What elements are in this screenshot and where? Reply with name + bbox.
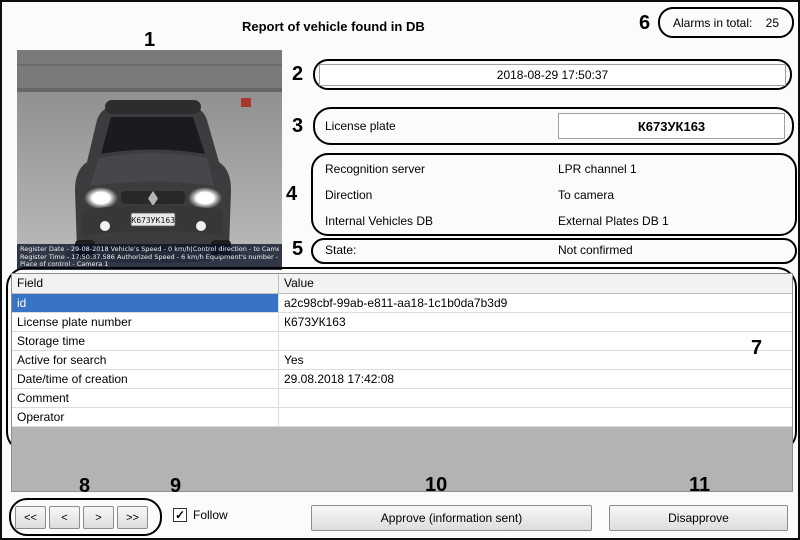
overlay-line: Place of control - Camera 1 — [20, 261, 279, 268]
recognition-server-value: LPR channel 1 — [558, 162, 637, 176]
value-cell: 29.08.2018 17:42:08 — [279, 370, 792, 388]
vehicle-image: К673УК163 — [17, 50, 282, 270]
field-cell: Active for search — [12, 351, 279, 369]
table-row[interactable]: Comment — [12, 389, 792, 408]
license-plate-label: License plate — [325, 119, 396, 133]
table-row[interactable]: Date/time of creation 29.08.2018 17:42:0… — [12, 370, 792, 389]
table-row[interactable]: id a2c98cbf-99ab-e811-aa18-1c1b0da7b3d9 — [12, 294, 792, 313]
nav-prev-button[interactable]: < — [49, 506, 80, 529]
value-cell: a2c98cbf-99ab-e811-aa18-1c1b0da7b3d9 — [279, 294, 792, 312]
field-cell: Operator — [12, 408, 279, 426]
nav-last-button[interactable]: >> — [117, 506, 148, 529]
records-grid: Field Value id a2c98cbf-99ab-e811-aa18-1… — [11, 273, 793, 492]
callout-1: 1 — [144, 30, 155, 50]
field-cell: id — [12, 294, 279, 312]
table-row[interactable]: Active for search Yes — [12, 351, 792, 370]
state-label: State: — [325, 243, 356, 257]
field-cell: Date/time of creation — [12, 370, 279, 388]
callout-7: 7 — [751, 338, 762, 358]
callout-11: 11 — [689, 475, 710, 495]
value-cell — [279, 332, 792, 350]
nav-first-button[interactable]: << — [15, 506, 46, 529]
callout-6: 6 — [639, 13, 650, 33]
recognition-server-label: Recognition server — [325, 162, 425, 176]
disapprove-button[interactable]: Disapprove — [609, 505, 788, 531]
column-header-value[interactable]: Value — [279, 274, 792, 293]
internal-db-label: Internal Vehicles DB — [325, 214, 433, 228]
alarms-total-label: Alarms in total: — [673, 16, 752, 30]
callout-4: 4 — [286, 184, 297, 204]
checkmark-icon: ✓ — [175, 509, 185, 521]
column-header-field[interactable]: Field — [12, 274, 279, 293]
approve-button[interactable]: Approve (information sent) — [311, 505, 592, 531]
callout-10: 10 — [425, 475, 447, 495]
value-cell — [279, 389, 792, 407]
photo-plate-text: К673УК163 — [131, 216, 175, 225]
alarms-total-box: Alarms in total: 25 — [658, 7, 794, 38]
callout-oval-state — [311, 238, 797, 264]
callout-5: 5 — [292, 239, 303, 259]
state-value: Not confirmed — [558, 243, 633, 257]
field-cell: Comment — [12, 389, 279, 407]
callout-3: 3 — [292, 116, 303, 136]
report-window: Report of vehicle found in DB Alarms in … — [0, 0, 800, 540]
value-cell — [279, 408, 792, 426]
license-plate-value: К673УК163 — [558, 113, 785, 139]
direction-value: To camera — [558, 188, 614, 202]
field-cell: License plate number — [12, 313, 279, 331]
table-row[interactable]: Storage time — [12, 332, 792, 351]
detection-datetime-field: 2018-08-29 17:50:37 — [319, 64, 786, 86]
direction-label: Direction — [325, 188, 372, 202]
callout-9: 9 — [170, 476, 181, 496]
grid-header-row: Field Value — [12, 274, 792, 294]
follow-label: Follow — [193, 508, 228, 522]
alarms-total-value: 25 — [766, 16, 779, 30]
callout-2: 2 — [292, 64, 303, 84]
vehicle-photo: К673УК163 Register Date - 29-08-2018 Veh… — [17, 50, 282, 270]
overlay-line: Register Date - 29-08-2018 Vehicle's Spe… — [20, 246, 279, 253]
overlay-line: Register Time - 17:50:37.586 Authorized … — [20, 254, 279, 261]
nav-next-button[interactable]: > — [83, 506, 114, 529]
table-row[interactable]: Operator — [12, 408, 792, 427]
table-row[interactable]: License plate number К673УК163 — [12, 313, 792, 332]
follow-checkbox[interactable]: ✓ — [173, 508, 187, 522]
internal-db-value: External Plates DB 1 — [558, 214, 669, 228]
callout-8: 8 — [79, 476, 90, 496]
photo-overlay-text: Register Date - 29-08-2018 Vehicle's Spe… — [17, 244, 282, 270]
field-cell: Storage time — [12, 332, 279, 350]
follow-control[interactable]: ✓ Follow — [173, 508, 228, 522]
value-cell: Yes — [279, 351, 792, 369]
page-title: Report of vehicle found in DB — [242, 19, 425, 34]
value-cell: К673УК163 — [279, 313, 792, 331]
